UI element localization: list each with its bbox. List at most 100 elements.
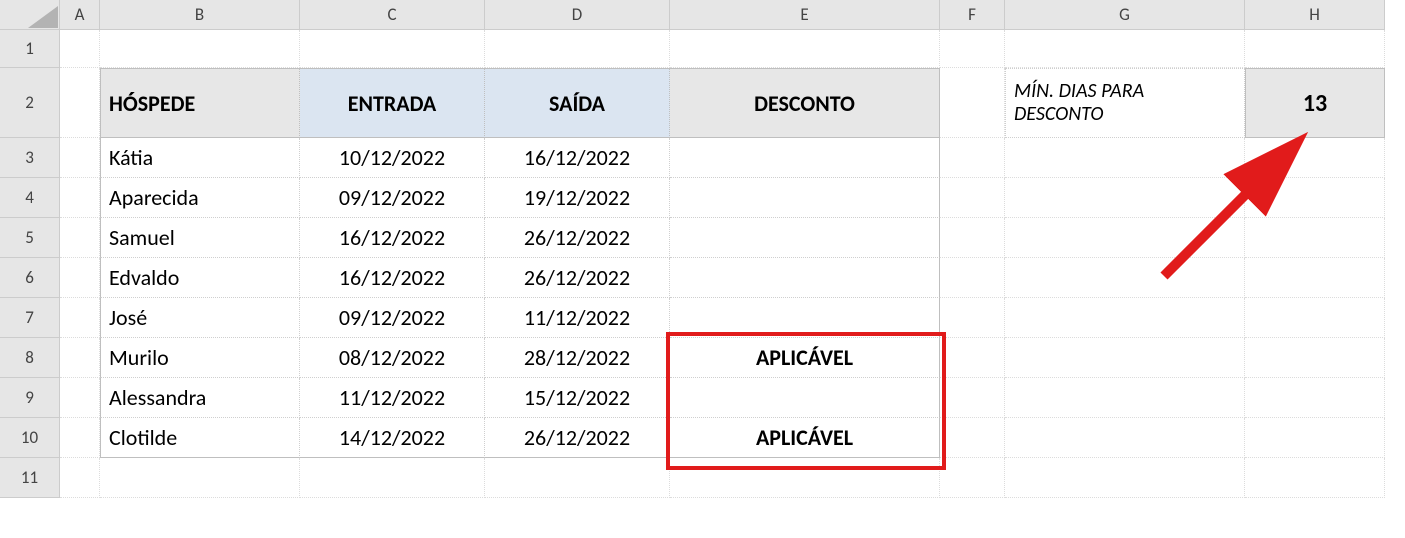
cell-saida[interactable]: 11/12/2022	[485, 298, 670, 338]
table-header-saida[interactable]: SAÍDA	[485, 68, 670, 138]
cell-desconto[interactable]	[670, 258, 940, 298]
cell-F3[interactable]	[940, 138, 1005, 178]
column-header-C[interactable]: C	[300, 0, 485, 30]
cell-desconto[interactable]	[670, 178, 940, 218]
cell-H8[interactable]	[1245, 338, 1385, 378]
min-days-value[interactable]: 13	[1245, 68, 1385, 138]
cell-H9[interactable]	[1245, 378, 1385, 418]
cell-saida[interactable]: 26/12/2022	[485, 258, 670, 298]
cell-A5[interactable]	[60, 218, 100, 258]
cell-H6[interactable]	[1245, 258, 1385, 298]
cell-H5[interactable]	[1245, 218, 1385, 258]
row-header-8[interactable]: 8	[0, 338, 60, 378]
cell-A7[interactable]	[60, 298, 100, 338]
cell-A4[interactable]	[60, 178, 100, 218]
cell-hospede[interactable]: Murilo	[100, 338, 300, 378]
cell-entrada[interactable]: 09/12/2022	[300, 178, 485, 218]
cell-G4[interactable]	[1005, 178, 1245, 218]
cell-A3[interactable]	[60, 138, 100, 178]
cell-E11[interactable]	[670, 458, 940, 498]
cell-D11[interactable]	[485, 458, 670, 498]
cell-D1[interactable]	[485, 30, 670, 68]
row-header-11[interactable]: 11	[0, 458, 60, 498]
cell-entrada[interactable]: 09/12/2022	[300, 298, 485, 338]
cell-G6[interactable]	[1005, 258, 1245, 298]
cell-saida[interactable]: 28/12/2022	[485, 338, 670, 378]
cell-G9[interactable]	[1005, 378, 1245, 418]
cell-C1[interactable]	[300, 30, 485, 68]
cell-saida[interactable]: 16/12/2022	[485, 138, 670, 178]
cell-B1[interactable]	[100, 30, 300, 68]
cell-saida[interactable]: 15/12/2022	[485, 378, 670, 418]
cell-A1[interactable]	[60, 30, 100, 68]
row-header-6[interactable]: 6	[0, 258, 60, 298]
row-header-5[interactable]: 5	[0, 218, 60, 258]
column-header-E[interactable]: E	[670, 0, 940, 30]
cell-F1[interactable]	[940, 30, 1005, 68]
cell-saida[interactable]: 26/12/2022	[485, 218, 670, 258]
cell-F11[interactable]	[940, 458, 1005, 498]
cell-A8[interactable]	[60, 338, 100, 378]
cell-H3[interactable]	[1245, 138, 1385, 178]
table-header-desconto[interactable]: DESCONTO	[670, 68, 940, 138]
cell-A9[interactable]	[60, 378, 100, 418]
cell-H7[interactable]	[1245, 298, 1385, 338]
cell-F10[interactable]	[940, 418, 1005, 458]
cell-hospede[interactable]: Alessandra	[100, 378, 300, 418]
cell-saida[interactable]: 26/12/2022	[485, 418, 670, 458]
cell-G10[interactable]	[1005, 418, 1245, 458]
cell-hospede[interactable]: Aparecida	[100, 178, 300, 218]
cell-F4[interactable]	[940, 178, 1005, 218]
row-header-7[interactable]: 7	[0, 298, 60, 338]
cell-hospede[interactable]: José	[100, 298, 300, 338]
column-header-D[interactable]: D	[485, 0, 670, 30]
cell-F6[interactable]	[940, 258, 1005, 298]
column-header-H[interactable]: H	[1245, 0, 1385, 30]
cell-B11[interactable]	[100, 458, 300, 498]
cell-H11[interactable]	[1245, 458, 1385, 498]
cell-desconto[interactable]: APLICÁVEL	[670, 418, 940, 458]
cell-desconto[interactable]	[670, 138, 940, 178]
row-header-4[interactable]: 4	[0, 178, 60, 218]
cell-G5[interactable]	[1005, 218, 1245, 258]
cell-A10[interactable]	[60, 418, 100, 458]
cell-hospede[interactable]: Clotilde	[100, 418, 300, 458]
spreadsheet[interactable]: ABCDEFGH 1234567891011 HÓSPEDEENTRADASAÍ…	[0, 0, 1405, 538]
cell-E1[interactable]	[670, 30, 940, 68]
cell-F2[interactable]	[940, 68, 1005, 138]
cell-entrada[interactable]: 11/12/2022	[300, 378, 485, 418]
cell-G1[interactable]	[1005, 30, 1245, 68]
cell-entrada[interactable]: 16/12/2022	[300, 218, 485, 258]
cell-hospede[interactable]: Edvaldo	[100, 258, 300, 298]
cell-H10[interactable]	[1245, 418, 1385, 458]
cell-G7[interactable]	[1005, 298, 1245, 338]
column-header-F[interactable]: F	[940, 0, 1005, 30]
row-header-2[interactable]: 2	[0, 68, 60, 138]
row-header-9[interactable]: 9	[0, 378, 60, 418]
cell-entrada[interactable]: 16/12/2022	[300, 258, 485, 298]
cell-H1[interactable]	[1245, 30, 1385, 68]
cell-F9[interactable]	[940, 378, 1005, 418]
column-header-B[interactable]: B	[100, 0, 300, 30]
cell-A11[interactable]	[60, 458, 100, 498]
cell-G11[interactable]	[1005, 458, 1245, 498]
column-header-G[interactable]: G	[1005, 0, 1245, 30]
cell-entrada[interactable]: 08/12/2022	[300, 338, 485, 378]
cell-A2[interactable]	[60, 68, 100, 138]
cell-G3[interactable]	[1005, 138, 1245, 178]
cell-hospede[interactable]: Kátia	[100, 138, 300, 178]
row-header-3[interactable]: 3	[0, 138, 60, 178]
select-all-corner[interactable]	[0, 0, 60, 30]
cell-F8[interactable]	[940, 338, 1005, 378]
row-header-10[interactable]: 10	[0, 418, 60, 458]
cell-desconto[interactable]	[670, 378, 940, 418]
cell-F5[interactable]	[940, 218, 1005, 258]
cell-saida[interactable]: 19/12/2022	[485, 178, 670, 218]
row-header-1[interactable]: 1	[0, 30, 60, 68]
cell-H4[interactable]	[1245, 178, 1385, 218]
cell-desconto[interactable]	[670, 298, 940, 338]
table-header-entrada[interactable]: ENTRADA	[300, 68, 485, 138]
cell-F7[interactable]	[940, 298, 1005, 338]
cell-A6[interactable]	[60, 258, 100, 298]
cell-C11[interactable]	[300, 458, 485, 498]
